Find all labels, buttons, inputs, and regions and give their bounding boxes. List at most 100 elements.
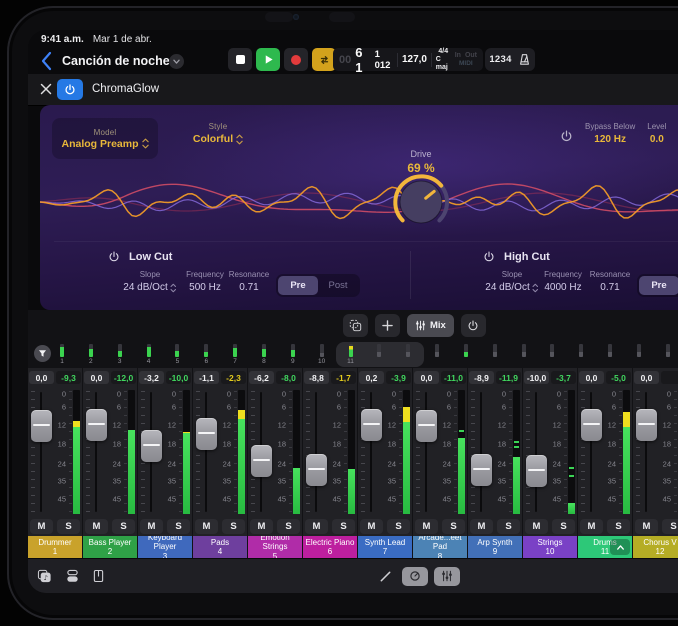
mixer-view-button[interactable] [434, 567, 460, 586]
fader-handle[interactable] [361, 409, 382, 441]
channel-name-label[interactable]: Drums11 [578, 536, 632, 558]
channel-name-label[interactable]: Pads4 [193, 536, 247, 558]
solo-button[interactable]: S [607, 519, 630, 534]
lcd-display[interactable]: 00 6 1 1 012 127,0 4/4 C maj In Out MIDI [333, 48, 483, 71]
mute-button[interactable]: M [415, 519, 438, 534]
solo-button[interactable]: S [497, 519, 520, 534]
channel-strip-2[interactable]: 0,0-12,0061218243545MSBass Player2 [83, 368, 137, 558]
fader-handle[interactable] [636, 409, 657, 441]
solo-button[interactable]: S [442, 519, 465, 534]
song-menu-button[interactable] [169, 54, 184, 69]
high-cut-resonance[interactable]: Resonance 0.71 [590, 270, 630, 293]
channel-strip-12[interactable]: 0,0061218243545MSChorus V12 [633, 368, 678, 558]
high-cut-slope[interactable]: Slope 24 dB/Oct [485, 270, 538, 293]
channel-name-label[interactable]: Electric Piano6 [303, 536, 357, 558]
channel-volume-value[interactable]: 0,0 [414, 371, 439, 384]
channel-strip-11[interactable]: 0,0-5,0061218243545MSDrums11 [578, 368, 632, 558]
high-cut-frequency[interactable]: Frequency 4000 Hz [544, 270, 582, 293]
solo-button[interactable]: S [112, 519, 135, 534]
loop-browser-icon[interactable]: ♪ [37, 569, 52, 583]
channel-volume-value[interactable]: 0,0 [29, 371, 54, 384]
cycle-region-button[interactable] [343, 314, 368, 337]
channel-volume-value[interactable]: 0,2 [359, 371, 384, 384]
channel-strip-7[interactable]: 0,2-3,9061218243545MSSynth Lead7 [358, 368, 412, 558]
channel-strip-6[interactable]: -8,8-1,7061218243545MSElectric Piano6 [303, 368, 357, 558]
bypass-below-control[interactable]: Bypass Below 120 Hz [585, 122, 635, 145]
keyboard-icon[interactable] [93, 569, 104, 583]
record-button[interactable] [284, 48, 308, 71]
solo-button[interactable]: S [222, 519, 245, 534]
add-track-button[interactable] [375, 314, 400, 337]
mute-button[interactable]: M [30, 519, 53, 534]
channel-strip-4[interactable]: -1,1-2,3061218243545MSPads4 [193, 368, 247, 558]
play-button[interactable] [256, 48, 280, 71]
channel-volume-value[interactable]: 0,0 [579, 371, 604, 384]
mix-view-button[interactable]: Mix [407, 314, 454, 337]
channel-name-label[interactable]: Drummer1 [28, 536, 82, 558]
fader-handle[interactable] [581, 409, 602, 441]
channel-volume-value[interactable]: 0,0 [634, 371, 659, 384]
channel-name-label[interactable]: Synth Lead7 [358, 536, 412, 558]
channel-volume-value[interactable]: 0,0 [84, 371, 109, 384]
channel-volume-value[interactable]: -6,2 [249, 371, 274, 384]
mute-button[interactable]: M [525, 519, 548, 534]
solo-button[interactable]: S [167, 519, 190, 534]
mute-button[interactable]: M [305, 519, 328, 534]
fader-handle[interactable] [31, 410, 52, 442]
channel-strip-9[interactable]: -8,9-11,9061218243545MSArp Synth9 [468, 368, 522, 558]
fader-handle[interactable] [306, 454, 327, 486]
channel-strip-5[interactable]: -6,2-8,0061218243545MSEmotion Strings5 [248, 368, 302, 558]
plugins-browser-icon[interactable] [66, 569, 79, 583]
mute-button[interactable]: M [360, 519, 383, 534]
mixer-power-button[interactable] [461, 314, 486, 337]
channel-strip-1[interactable]: 0,0-9,3061218243545MSDrummer1 [28, 368, 82, 558]
fader-handle[interactable] [251, 445, 272, 477]
back-button[interactable] [41, 51, 53, 71]
channel-name-label[interactable]: Chorus V12 [633, 536, 678, 558]
controls-view-button[interactable] [402, 567, 428, 586]
solo-button[interactable]: S [332, 519, 355, 534]
mute-button[interactable]: M [85, 519, 108, 534]
fader-handle[interactable] [86, 409, 107, 441]
channel-volume-value[interactable]: -10,0 [524, 371, 549, 384]
channel-strip-10[interactable]: -10,0-3,7061218243545MSStrings10 [523, 368, 577, 558]
high-cut-power-icon[interactable] [483, 251, 495, 263]
channel-name-label[interactable]: Arcade...eet Pad8 [413, 536, 467, 558]
mute-button[interactable]: M [140, 519, 163, 534]
post-option[interactable]: Post [318, 276, 358, 295]
level-control[interactable]: Level 0.0 [647, 122, 666, 145]
solo-button[interactable]: S [552, 519, 575, 534]
channel-strip-8[interactable]: 0,0-11,0061218243545MSArcade...eet Pad8 [413, 368, 467, 558]
low-cut-resonance[interactable]: Resonance 0.71 [229, 270, 269, 293]
close-plugin-button[interactable] [40, 83, 52, 95]
channel-name-label[interactable]: Arp Synth9 [468, 536, 522, 558]
mute-button[interactable]: M [195, 519, 218, 534]
mute-button[interactable]: M [470, 519, 493, 534]
count-in-button[interactable]: 1234 [489, 54, 511, 65]
pre-option[interactable]: Pre [278, 276, 318, 295]
solo-button[interactable]: S [277, 519, 300, 534]
stop-button[interactable] [228, 48, 252, 71]
low-cut-frequency[interactable]: Frequency 500 Hz [186, 270, 224, 293]
drive-knob[interactable] [389, 170, 453, 234]
solo-button[interactable]: S [57, 519, 80, 534]
style-select[interactable]: Style Colorful [172, 122, 264, 145]
fader-handle[interactable] [471, 454, 492, 486]
channel-volume-value[interactable]: -3,2 [139, 371, 164, 384]
song-title[interactable]: Canción de noche [62, 54, 170, 68]
mute-button[interactable]: M [580, 519, 603, 534]
mute-button[interactable]: M [635, 519, 658, 534]
channel-name-label[interactable]: Emotion Strings5 [248, 536, 302, 558]
channel-strip-3[interactable]: -3,2-10,0061218243545MSKeyboard Player3 [138, 368, 192, 558]
fader-handle[interactable] [526, 455, 547, 487]
channel-volume-value[interactable]: -8,9 [469, 371, 494, 384]
pencil-icon[interactable] [379, 570, 392, 583]
plugin-power-button[interactable] [57, 79, 83, 100]
channel-volume-value[interactable]: -1,1 [194, 371, 219, 384]
solo-button[interactable]: S [662, 519, 678, 534]
model-select[interactable]: Model Analog Preamp [52, 118, 158, 159]
mute-button[interactable]: M [250, 519, 273, 534]
channel-name-label[interactable]: Keyboard Player3 [138, 536, 192, 558]
fader-handle[interactable] [196, 418, 217, 450]
low-cut-slope[interactable]: Slope 24 dB/Oct [123, 270, 176, 293]
